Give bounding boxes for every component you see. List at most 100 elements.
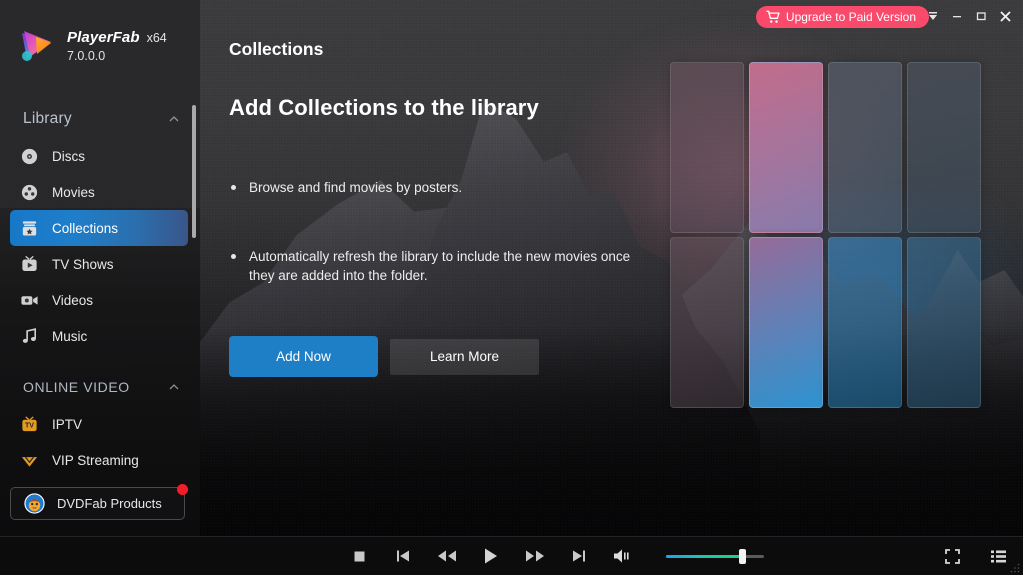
transport-controls <box>348 545 590 567</box>
poster-placeholder[interactable] <box>749 237 823 408</box>
iptv-icon: TV <box>20 415 39 434</box>
previous-track-icon <box>395 548 411 564</box>
playlist-button[interactable] <box>987 545 1009 567</box>
sidebar-section-library-label: Library <box>23 110 72 128</box>
poster-placeholder[interactable] <box>670 237 744 408</box>
sidebar-section-library[interactable]: Library <box>0 100 200 138</box>
dvdfab-products-button[interactable]: DVDFab Products <box>10 487 185 520</box>
vip-gem-icon <box>20 451 39 470</box>
film-reel-icon <box>20 183 39 202</box>
sidebar-item-label: VIP Streaming <box>52 453 139 468</box>
close-button[interactable] <box>993 7 1017 25</box>
sidebar-nav: Library Discs Movies Collections TV Shows Vi… <box>0 100 200 478</box>
bullet-dot-icon <box>231 254 236 259</box>
poster-placeholder[interactable] <box>907 62 981 233</box>
sidebar-item-label: Discs <box>52 149 85 164</box>
poster-placeholder[interactable] <box>828 62 902 233</box>
sidebar-item-music[interactable]: Music <box>10 318 188 354</box>
sidebar-item-label: IPTV <box>52 417 82 432</box>
bullet-text: Automatically refresh the library to inc… <box>249 247 651 285</box>
dvdfab-logo-icon <box>24 493 45 514</box>
sidebar-item-tv-shows[interactable]: TV Shows <box>10 246 188 282</box>
brand-architecture: x64 <box>147 31 167 45</box>
cta-button-row: Add Now Learn More <box>229 336 539 377</box>
list-item: Automatically refresh the library to inc… <box>231 247 651 285</box>
sidebar: PlayerFab x64 7.0.0.0 Library Discs Movie… <box>0 0 200 536</box>
fast-forward-icon <box>525 548 545 564</box>
page-title: Collections <box>229 39 323 60</box>
tv-show-icon <box>20 255 39 274</box>
add-now-button[interactable]: Add Now <box>229 336 378 377</box>
next-track-icon <box>571 548 587 564</box>
chevron-up-icon <box>168 381 180 393</box>
sidebar-item-videos[interactable]: Videos <box>10 282 188 318</box>
next-track-button[interactable] <box>568 545 590 567</box>
title-bar: Upgrade to Paid Version <box>200 0 1023 30</box>
notification-dot <box>177 484 188 495</box>
poster-placeholder[interactable] <box>828 237 902 408</box>
fullscreen-button[interactable] <box>941 545 963 567</box>
chevron-up-icon <box>168 113 180 125</box>
poster-placeholder[interactable] <box>749 62 823 233</box>
volume-button[interactable] <box>612 547 632 565</box>
volume-slider[interactable] <box>666 549 764 563</box>
minimize-icon <box>951 10 963 22</box>
maximize-icon <box>975 10 987 22</box>
upgrade-button-label: Upgrade to Paid Version <box>786 10 916 24</box>
brand-block: PlayerFab x64 7.0.0.0 <box>16 26 167 66</box>
collections-box-icon <box>20 219 39 238</box>
music-note-icon <box>20 327 39 346</box>
play-button[interactable] <box>480 545 502 567</box>
learn-more-button[interactable]: Learn More <box>390 339 539 375</box>
volume-thumb[interactable] <box>739 549 746 564</box>
fullscreen-icon <box>945 549 960 564</box>
poster-placeholder[interactable] <box>670 62 744 233</box>
sidebar-item-vip-streaming[interactable]: VIP Streaming <box>10 442 188 478</box>
volume-fill <box>666 555 742 558</box>
menu-dropdown-icon <box>927 10 939 22</box>
sidebar-item-label: Videos <box>52 293 93 308</box>
window-controls <box>921 7 1017 25</box>
playlist-icon <box>991 550 1006 563</box>
video-camera-icon <box>20 291 39 310</box>
resize-grip-icon[interactable] <box>1010 563 1020 573</box>
playerfab-window: PlayerFab x64 7.0.0.0 Library Discs Movie… <box>0 0 1023 575</box>
hero-title: Add Collections to the library <box>229 95 539 121</box>
brand-version: 7.0.0.0 <box>67 49 167 63</box>
sidebar-item-collections[interactable]: Collections <box>10 210 188 246</box>
shopping-cart-icon <box>766 10 780 24</box>
play-icon <box>483 547 499 565</box>
previous-track-button[interactable] <box>392 545 414 567</box>
upgrade-to-paid-version-button[interactable]: Upgrade to Paid Version <box>756 6 929 28</box>
sidebar-scrollbar[interactable] <box>192 105 196 238</box>
sidebar-item-iptv[interactable]: TV IPTV <box>10 406 188 442</box>
maximize-button[interactable] <box>969 7 993 25</box>
player-control-bar <box>0 536 1023 575</box>
volume-icon <box>614 550 622 563</box>
sidebar-section-online-video[interactable]: ONLINE VIDEO <box>0 368 200 406</box>
sidebar-item-label: Collections <box>52 221 118 236</box>
rewind-icon <box>437 548 457 564</box>
disc-icon <box>20 147 39 166</box>
poster-placeholder[interactable] <box>907 237 981 408</box>
fast-forward-button[interactable] <box>524 545 546 567</box>
menu-dropdown-button[interactable] <box>921 7 945 25</box>
sidebar-item-label: TV Shows <box>52 257 114 272</box>
sidebar-item-label: Movies <box>52 185 95 200</box>
rewind-button[interactable] <box>436 545 458 567</box>
close-icon <box>999 10 1012 23</box>
bullet-text: Browse and find movies by posters. <box>249 178 462 197</box>
playerfab-logo-icon <box>16 26 56 66</box>
dvdfab-products-label: DVDFab Products <box>57 496 162 511</box>
sidebar-item-label: Music <box>52 329 87 344</box>
svg-text:TV: TV <box>25 422 34 429</box>
player-right-controls <box>941 545 1009 567</box>
sidebar-item-movies[interactable]: Movies <box>10 174 188 210</box>
stop-button[interactable] <box>348 545 370 567</box>
volume-group <box>612 547 764 565</box>
sidebar-item-discs[interactable]: Discs <box>10 138 188 174</box>
minimize-button[interactable] <box>945 7 969 25</box>
brand-name: PlayerFab <box>67 29 140 46</box>
list-item: Browse and find movies by posters. <box>231 178 651 197</box>
bullet-dot-icon <box>231 185 236 190</box>
